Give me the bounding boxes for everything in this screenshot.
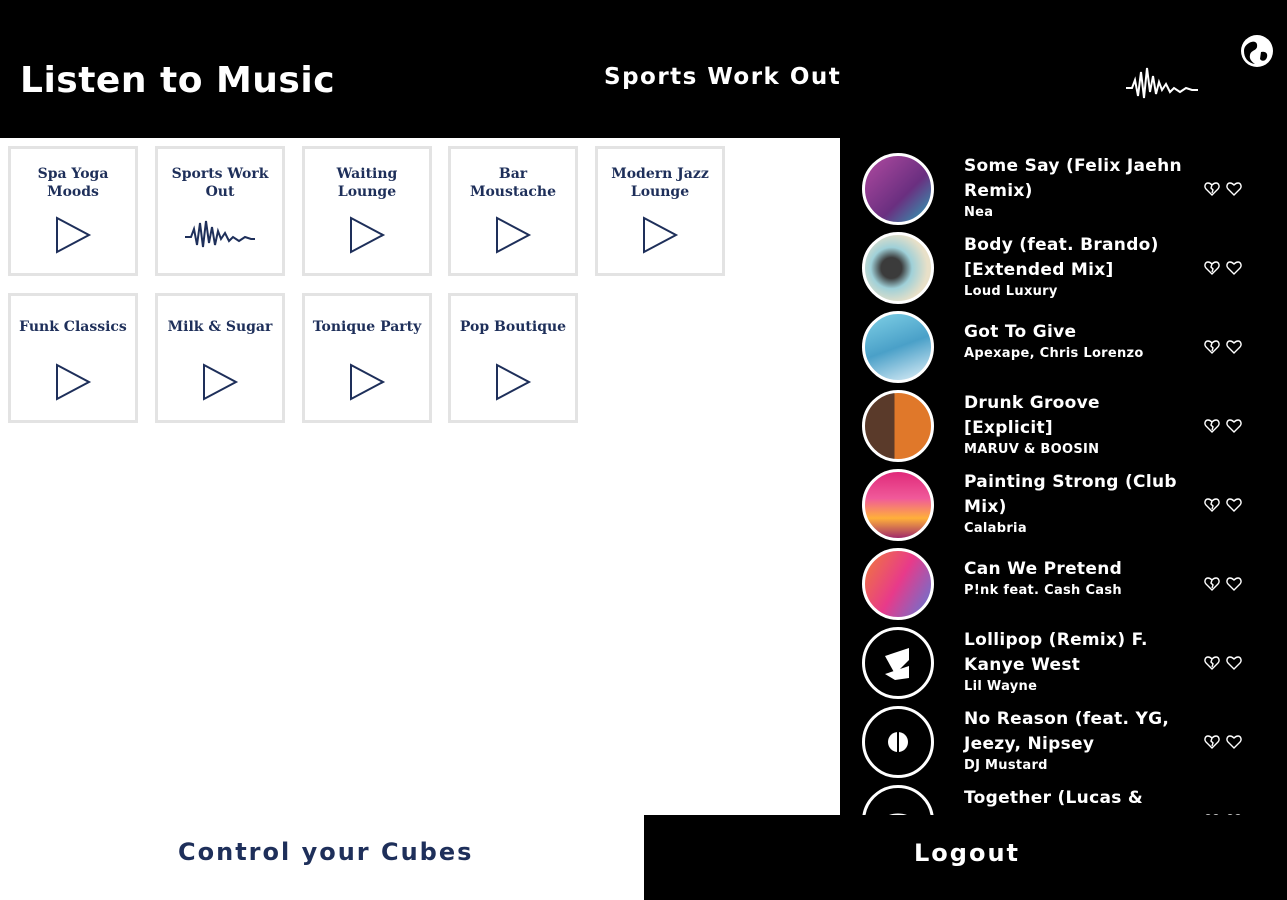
- play-icon: [203, 363, 239, 401]
- header-bar: Listen to Music Sports Work Out: [0, 0, 1287, 138]
- track-artist: Calabria: [964, 521, 1027, 536]
- track-item[interactable]: Lollipop (Remix) F. Kanye West Lil Wayne: [840, 616, 1287, 699]
- playlist-tile-label: Pop Boutique: [459, 319, 567, 335]
- page-title: Listen to Music: [20, 60, 336, 101]
- waveform-icon: [1126, 67, 1198, 99]
- playlist-tile-bar-moustache[interactable]: Bar Moustache: [448, 146, 578, 276]
- play-icon: [56, 363, 92, 401]
- track-artist: Loud Luxury: [964, 284, 1058, 299]
- track-artist: MARUV & BOOSIN: [964, 442, 1100, 457]
- play-icon: [350, 216, 386, 254]
- track-artist: Apexape, Chris Lorenzo: [964, 346, 1144, 361]
- play-icon: [496, 216, 532, 254]
- playlist-tile-funk-classics[interactable]: Funk Classics: [8, 293, 138, 423]
- track-item[interactable]: Some Say (Felix Jaehn Remix) Nea: [840, 142, 1287, 225]
- rating-controls: [1204, 340, 1250, 354]
- playlist-tile-label: Tonique Party: [312, 319, 422, 335]
- playlist-tile-label: Bar Moustache: [469, 166, 557, 200]
- track-title: Drunk Groove [Explicit] MARUV & BOOSIN: [964, 391, 1184, 459]
- track-title: Painting Strong (Club Mix) Calabria: [964, 470, 1184, 538]
- album-cover-placeholder: [862, 706, 934, 778]
- rating-controls: [1204, 419, 1250, 433]
- track-title: Body (feat. Brando) [Extended Mix] Loud L…: [964, 233, 1184, 301]
- rating-controls: [1204, 577, 1250, 591]
- heart-icon[interactable]: [1226, 498, 1242, 512]
- playlist-tile-spa-yoga-moods[interactable]: Spa Yoga Moods: [8, 146, 138, 276]
- rating-controls: [1204, 182, 1250, 196]
- broken-heart-icon[interactable]: [1204, 261, 1220, 275]
- logout-button[interactable]: Logout: [644, 815, 1287, 900]
- heart-icon[interactable]: [1226, 656, 1242, 670]
- track-title: Lollipop (Remix) F. Kanye West Lil Wayne: [964, 628, 1184, 696]
- playlist-tile-label: Sports Work Out: [171, 166, 269, 200]
- track-list[interactable]: Some Say (Felix Jaehn Remix) Nea Body (fe…: [840, 138, 1287, 815]
- playlist-tile-label: Milk & Sugar: [167, 319, 273, 335]
- broken-heart-icon[interactable]: [1204, 498, 1220, 512]
- rating-controls: [1204, 656, 1250, 670]
- track-item[interactable]: Got To Give Apexape, Chris Lorenzo: [840, 300, 1287, 383]
- vinyl-placeholder-icon: [888, 732, 908, 752]
- playlist-tile-label: Spa Yoga Moods: [37, 166, 109, 200]
- heart-icon[interactable]: [1226, 735, 1242, 749]
- track-item[interactable]: No Reason (feat. YG, Jeezy, Nipsey DJ Mus…: [840, 695, 1287, 778]
- playlist-tile-label: Waiting Lounge: [336, 166, 398, 200]
- rating-controls: [1204, 261, 1250, 275]
- track-title: Together (Lucas & Steve Remix): [964, 788, 1143, 815]
- track-item[interactable]: Drunk Groove [Explicit] MARUV & BOOSIN: [840, 379, 1287, 462]
- now-playing-title: Sports Work Out: [604, 64, 842, 90]
- track-artist: Lil Wayne: [964, 679, 1038, 694]
- track-artist: DJ Mustard: [964, 758, 1048, 773]
- broken-heart-icon[interactable]: [1204, 656, 1220, 670]
- track-artist: Nea: [964, 205, 994, 220]
- track-title: Got To Give Apexape, Chris Lorenzo: [964, 320, 1184, 363]
- playlist-tile-milk-sugar[interactable]: Milk & Sugar: [155, 293, 285, 423]
- headphones-placeholder-icon: [889, 813, 907, 815]
- play-icon: [56, 216, 92, 254]
- heart-icon[interactable]: [1226, 182, 1242, 196]
- album-cover: [862, 390, 934, 462]
- globe-icon[interactable]: [1240, 34, 1274, 68]
- track-item[interactable]: Together (Lucas & Steve Remix): [840, 774, 1287, 815]
- playlist-tile-label: Modern Jazz Lounge: [611, 166, 709, 200]
- playlist-tile-waiting-lounge[interactable]: Waiting Lounge: [302, 146, 432, 276]
- playlist-tile-tonique-party[interactable]: Tonique Party: [302, 293, 432, 423]
- waveform-icon: [185, 220, 255, 248]
- album-cover: [862, 232, 934, 304]
- heart-icon[interactable]: [1226, 419, 1242, 433]
- playlist-tile-pop-boutique[interactable]: Pop Boutique: [448, 293, 578, 423]
- broken-heart-icon[interactable]: [1204, 182, 1220, 196]
- heart-icon[interactable]: [1226, 340, 1242, 354]
- vinyl-placeholder-icon: [885, 648, 909, 680]
- broken-heart-icon[interactable]: [1204, 735, 1220, 749]
- logout-label: Logout: [914, 839, 1021, 867]
- playlist-tile-sports-work-out[interactable]: Sports Work Out: [155, 146, 285, 276]
- heart-icon[interactable]: [1226, 577, 1242, 591]
- broken-heart-icon[interactable]: [1204, 577, 1220, 591]
- album-cover-placeholder: [862, 627, 934, 699]
- playlist-tile-label: Funk Classics: [19, 319, 127, 335]
- track-title: Some Say (Felix Jaehn Remix) Nea: [964, 154, 1184, 222]
- track-item[interactable]: Body (feat. Brando) [Extended Mix] Loud L…: [840, 221, 1287, 304]
- album-cover: [862, 311, 934, 383]
- broken-heart-icon[interactable]: [1204, 419, 1220, 433]
- play-icon: [496, 363, 532, 401]
- control-cubes-link[interactable]: Control your Cubes: [178, 838, 473, 866]
- broken-heart-icon[interactable]: [1204, 340, 1220, 354]
- playlist-tile-modern-jazz-lounge[interactable]: Modern Jazz Lounge: [595, 146, 725, 276]
- track-item[interactable]: Painting Strong (Club Mix) Calabria: [840, 458, 1287, 541]
- album-cover: [862, 548, 934, 620]
- album-cover: [862, 469, 934, 541]
- track-title: No Reason (feat. YG, Jeezy, Nipsey DJ Mus…: [964, 707, 1184, 775]
- rating-controls: [1204, 498, 1250, 512]
- rating-controls: [1204, 735, 1250, 749]
- album-cover-placeholder: [862, 785, 934, 815]
- track-title: Can We Pretend P!nk feat. Cash Cash: [964, 557, 1184, 600]
- track-item[interactable]: Can We Pretend P!nk feat. Cash Cash: [840, 537, 1287, 620]
- album-cover: [862, 153, 934, 225]
- play-icon: [350, 363, 386, 401]
- track-artist: P!nk feat. Cash Cash: [964, 583, 1122, 598]
- play-icon: [643, 216, 679, 254]
- heart-icon[interactable]: [1226, 261, 1242, 275]
